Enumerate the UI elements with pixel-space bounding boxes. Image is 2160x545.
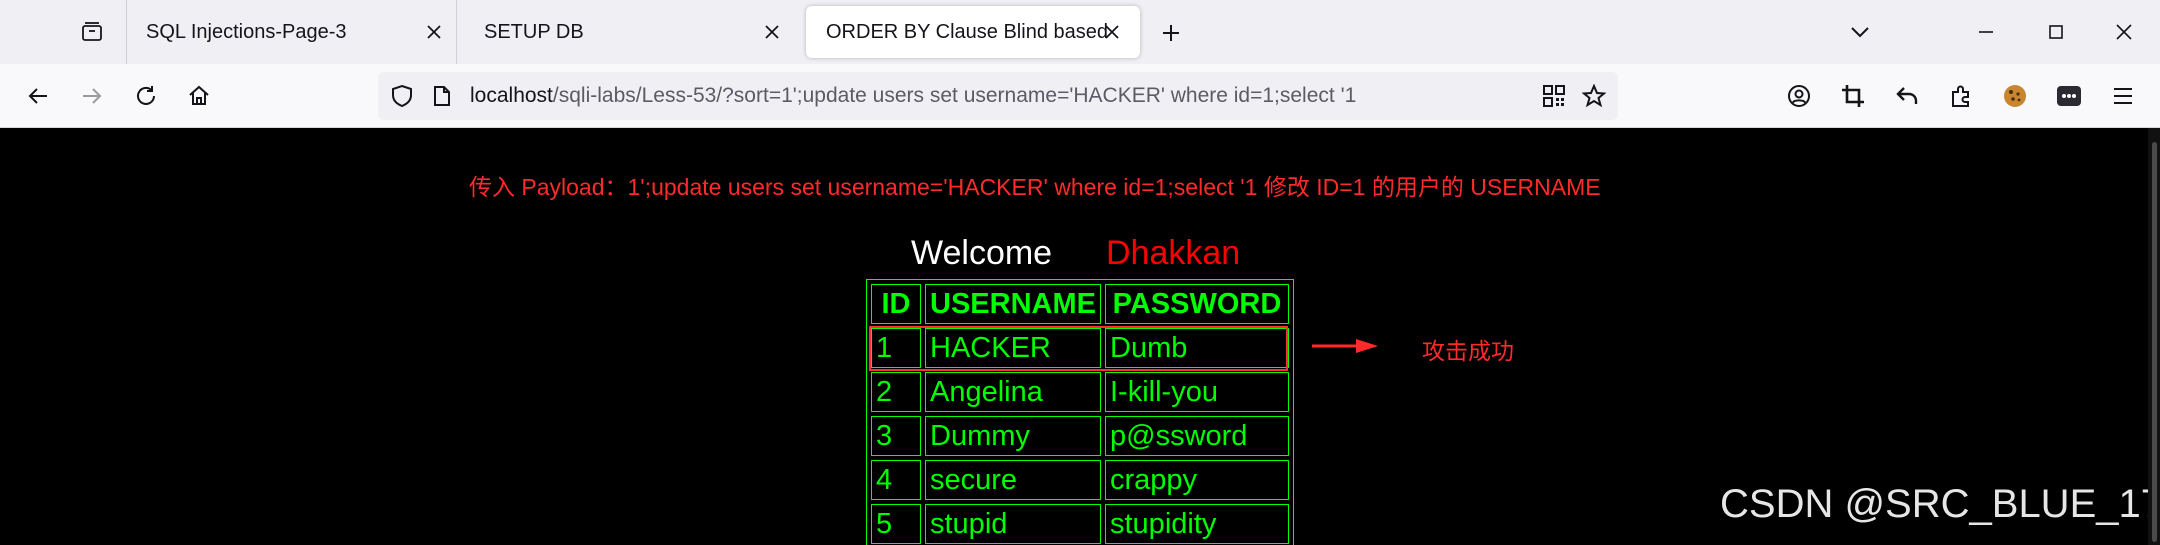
menu-icon <box>2114 88 2132 104</box>
watermark: CSDN @SRC_BLUE_17 <box>1720 482 2160 526</box>
tab-close-button[interactable] <box>422 20 446 44</box>
tab-order-by-clause[interactable]: ORDER BY Clause Blind based <box>806 6 1140 58</box>
tracking-protection-button[interactable] <box>390 84 414 108</box>
tab-strip: SQL Injections-Page-3 SETUP DB ORDER BY … <box>0 0 2160 64</box>
tab-sql-injections[interactable]: SQL Injections-Page-3 <box>126 0 456 64</box>
close-icon <box>1105 25 1119 39</box>
new-tab-button[interactable] <box>1156 18 1186 48</box>
users-table: ID USERNAME PASSWORD 1 HACKER Dumb 2 Ang… <box>866 279 1294 545</box>
vertical-scrollbar[interactable] <box>2148 128 2160 545</box>
close-icon <box>765 25 779 39</box>
qr-code-icon <box>1543 85 1565 107</box>
cell-username: secure <box>925 460 1101 500</box>
scrollbar-thumb[interactable] <box>2152 142 2157 542</box>
url-text[interactable]: localhost/sqli-labs/Less-53/?sort=1';upd… <box>470 84 1356 108</box>
cookie-extension-button[interactable] <box>1997 78 2033 114</box>
star-icon <box>1582 84 1606 108</box>
extensions-button[interactable] <box>1943 78 1979 114</box>
site-info-button[interactable] <box>430 84 454 108</box>
home-icon <box>189 85 209 105</box>
tab-label: SQL Injections-Page-3 <box>146 20 347 43</box>
list-all-tabs-button[interactable] <box>1840 14 1880 50</box>
extensions-icon <box>1952 85 1969 107</box>
forward-button[interactable] <box>74 78 110 114</box>
extension-icon <box>2057 86 2081 106</box>
success-annotation: 攻击成功 <box>1422 338 1514 364</box>
column-header-password: PASSWORD <box>1105 284 1289 324</box>
welcome-user-name: Dhakkan <box>1106 234 1241 272</box>
cookie-icon <box>2004 85 2026 107</box>
home-button[interactable] <box>181 78 217 114</box>
cell-password: p@ssword <box>1105 416 1289 456</box>
undo-button[interactable] <box>1889 78 1925 114</box>
shield-icon <box>392 84 412 108</box>
tab-list-button[interactable] <box>70 14 114 50</box>
tab-setup-db[interactable]: SETUP DB <box>464 0 794 64</box>
payload-annotation: 传入 Payload：1';update users set username=… <box>469 174 1601 200</box>
window-close-icon <box>2116 24 2132 40</box>
screenshot-button[interactable] <box>1835 78 1871 114</box>
cell-id: 2 <box>871 372 921 412</box>
tab-close-button[interactable] <box>1100 20 1124 44</box>
bookmark-button[interactable] <box>1582 84 1606 108</box>
tab-list-icon <box>82 22 102 41</box>
table-row: 5 stupid stupidity <box>871 504 1289 544</box>
cell-id: 5 <box>871 504 921 544</box>
window-close-button[interactable] <box>2104 14 2144 50</box>
column-header-username: USERNAME <box>925 284 1101 324</box>
welcome-text: Welcome <box>911 234 1053 272</box>
app-menu-button[interactable] <box>2105 78 2141 114</box>
back-arrow-icon <box>28 88 47 104</box>
column-header-id: ID <box>871 284 921 324</box>
cell-id: 4 <box>871 460 921 500</box>
cell-username: Dummy <box>925 416 1101 456</box>
annotation-arrow-icon <box>1312 339 1378 353</box>
cell-id: 3 <box>871 416 921 456</box>
forward-arrow-icon <box>83 88 102 104</box>
table-header-row: ID USERNAME PASSWORD <box>871 284 1289 324</box>
cell-username: stupid <box>925 504 1101 544</box>
crop-icon <box>1842 85 1864 107</box>
tab-label: SETUP DB <box>484 20 584 43</box>
page-content: 传入 Payload：1';update users set username=… <box>0 128 2160 545</box>
minimize-button[interactable] <box>1966 14 2006 50</box>
account-icon <box>1788 85 1810 107</box>
url-path: /sqli-labs/Less-53/?sort=1';update users… <box>552 84 1357 107</box>
tab-close-button[interactable] <box>760 20 784 44</box>
hackbar-extension-button[interactable] <box>2051 78 2087 114</box>
cell-password: stupidity <box>1105 504 1289 544</box>
page-icon <box>434 86 450 106</box>
url-host: localhost <box>470 84 553 107</box>
table-row: 2 Angelina I-kill-you <box>871 372 1289 412</box>
cell-username: Angelina <box>925 372 1101 412</box>
plus-icon <box>1163 25 1179 41</box>
chevron-down-icon <box>1851 27 1869 38</box>
maximize-icon <box>2049 25 2063 39</box>
back-button[interactable] <box>20 78 56 114</box>
close-icon <box>427 25 441 39</box>
tab-label: ORDER BY Clause Blind based <box>826 20 1108 43</box>
qr-code-button[interactable] <box>1542 84 1566 108</box>
table-row: 4 secure crappy <box>871 460 1289 500</box>
tab-separator <box>456 0 457 64</box>
account-button[interactable] <box>1781 78 1817 114</box>
table-row: 3 Dummy p@ssword <box>871 416 1289 456</box>
minimize-icon <box>1979 31 1993 33</box>
cell-password: crappy <box>1105 460 1289 500</box>
highlight-box <box>869 326 1288 371</box>
maximize-button[interactable] <box>2036 14 2076 50</box>
address-bar[interactable]: localhost/sqli-labs/Less-53/?sort=1';upd… <box>378 72 1618 120</box>
reload-icon <box>137 86 155 105</box>
undo-icon <box>1896 87 1918 104</box>
reload-button[interactable] <box>128 78 164 114</box>
cell-password: I-kill-you <box>1105 372 1289 412</box>
navigation-toolbar: localhost/sqli-labs/Less-53/?sort=1';upd… <box>0 64 2160 128</box>
